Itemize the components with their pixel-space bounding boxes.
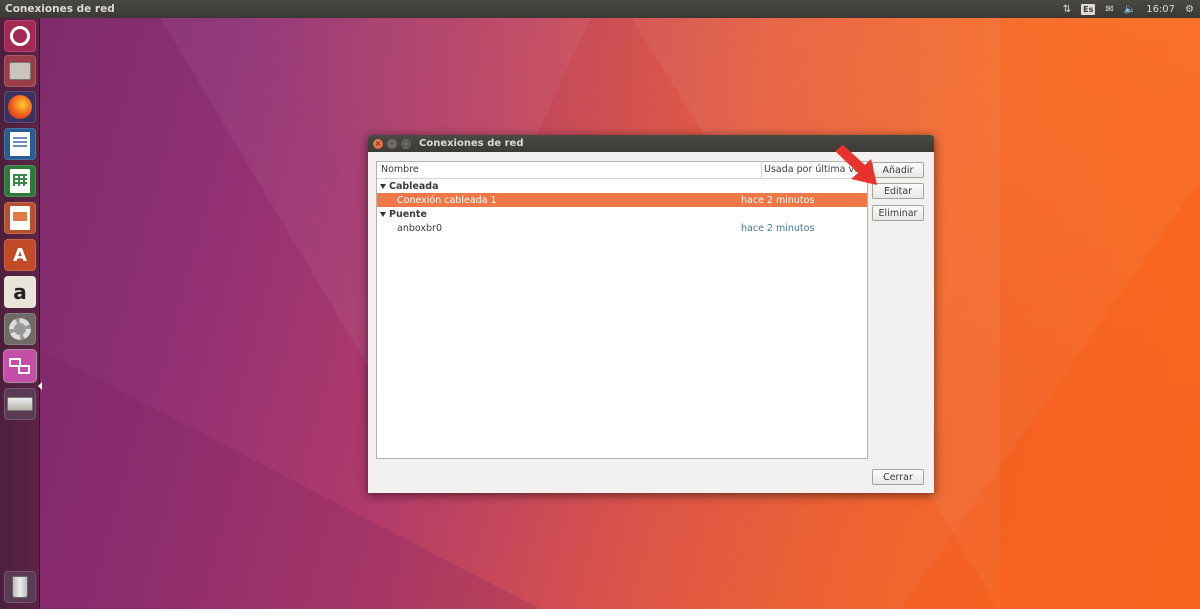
firefox-icon[interactable] xyxy=(4,91,36,123)
connection-row[interactable]: anboxbr0 hace 2 minutos xyxy=(377,221,867,235)
maximize-window-icon[interactable]: □ xyxy=(401,138,411,149)
connection-last-used: hace 2 minutos xyxy=(741,194,815,206)
close-button[interactable]: Cerrar xyxy=(872,469,924,485)
amazon-icon[interactable]: a xyxy=(4,276,36,308)
minimize-window-icon[interactable]: – xyxy=(387,138,397,149)
software-center-icon[interactable]: A xyxy=(4,239,36,271)
impress-icon[interactable] xyxy=(4,202,36,234)
connection-name: anboxbr0 xyxy=(397,222,442,234)
files-icon[interactable] xyxy=(4,55,36,87)
launcher: A a xyxy=(0,18,42,609)
connection-last-used: hace 2 minutos xyxy=(741,222,815,234)
group-row-cableada[interactable]: Cableada xyxy=(377,179,867,193)
clock[interactable]: 16:07 xyxy=(1146,4,1175,15)
active-app-indicator xyxy=(38,382,42,390)
group-label: Cableada xyxy=(389,180,439,192)
gear-icon[interactable]: ⚙ xyxy=(1185,4,1194,15)
connection-row[interactable]: Conexión cableada 1 hace 2 minutos xyxy=(377,193,867,207)
annotation-arrow-icon xyxy=(835,145,877,185)
indicator-area: ⇅ Es ✉ 🔈 16:07 ⚙ xyxy=(1063,0,1194,18)
active-app-title: Conexiones de red xyxy=(5,3,115,15)
expander-icon[interactable] xyxy=(380,183,386,189)
keyboard-layout-indicator[interactable]: Es xyxy=(1081,3,1096,15)
list-header: Nombre Usada por última vez xyxy=(377,162,867,179)
connections-list[interactable]: Nombre Usada por última vez Cableada Con… xyxy=(376,161,868,459)
close-window-icon[interactable]: × xyxy=(373,138,383,149)
column-header-name[interactable]: Nombre xyxy=(377,162,762,178)
writer-icon[interactable] xyxy=(4,128,36,160)
remmina-icon[interactable] xyxy=(4,350,36,382)
calc-icon[interactable] xyxy=(4,165,36,197)
system-settings-icon[interactable] xyxy=(4,313,36,345)
top-panel: Conexiones de red ⇅ Es ✉ 🔈 16:07 ⚙ xyxy=(0,0,1200,18)
connection-name: Conexión cableada 1 xyxy=(397,194,497,206)
trash-icon[interactable] xyxy=(4,571,36,603)
volume-icon[interactable]: 🔈 xyxy=(1124,4,1136,15)
delete-button[interactable]: Eliminar xyxy=(872,205,924,221)
dash-icon[interactable] xyxy=(4,20,36,52)
network-updown-icon[interactable]: ⇅ xyxy=(1063,4,1071,15)
envelope-icon[interactable]: ✉ xyxy=(1105,4,1113,15)
disk-icon[interactable] xyxy=(4,388,36,420)
group-row-puente[interactable]: Puente xyxy=(377,207,867,221)
group-label: Puente xyxy=(389,208,427,220)
expander-icon[interactable] xyxy=(380,211,386,217)
window-title: Conexiones de red xyxy=(419,138,524,149)
